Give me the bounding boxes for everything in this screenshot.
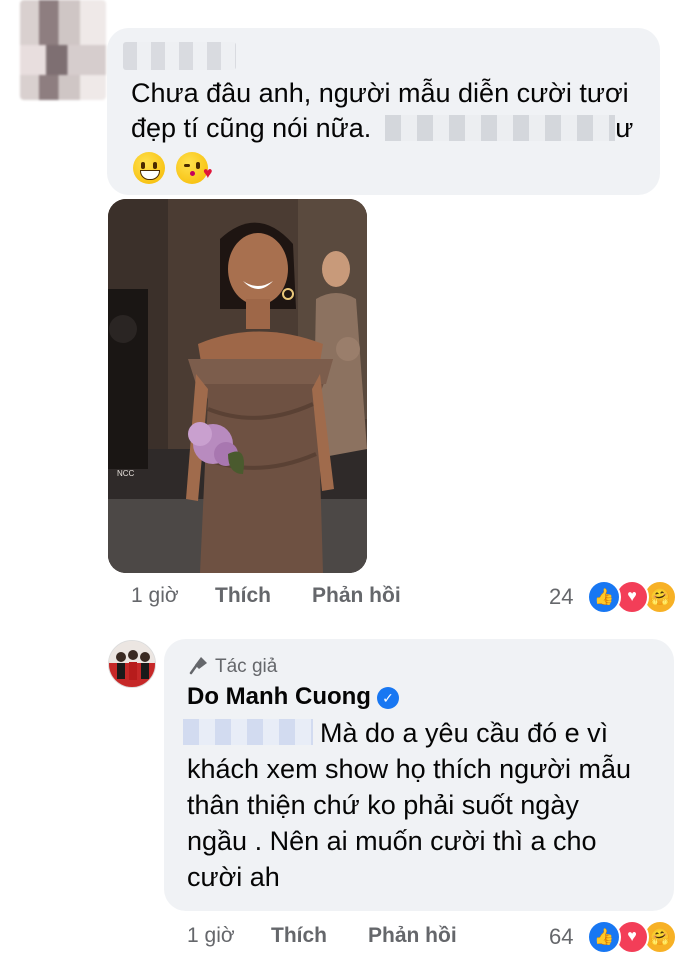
emoji-row: ♥ [133, 152, 215, 184]
comment-text: Chưa đâu anh, người mẫu diễn cười tươi đ… [131, 76, 651, 146]
verified-badge-icon: ✓ [376, 687, 399, 709]
avatar-illustration [109, 641, 155, 687]
author-avatar[interactable] [108, 640, 156, 688]
comment-text-line: Mà do a yêu cầu đó e vì [187, 715, 657, 751]
reaction-count[interactable]: 64 [549, 924, 573, 950]
reply-button[interactable]: Phản hồi [368, 924, 457, 948]
like-button[interactable]: Thích [271, 924, 327, 948]
author-badge: Tác giả [189, 655, 277, 678]
kissing-face-icon: ♥ [176, 152, 212, 184]
author-name-label[interactable]: Do Manh Cuong [187, 683, 371, 710]
comment-text-fragment: đẹp tí cũng nói nữa. [131, 113, 372, 143]
comment-timestamp[interactable]: 1 giờ [131, 584, 179, 608]
author-name[interactable]: Do Manh Cuong ✓ [187, 683, 399, 711]
photo-illustration [108, 199, 367, 573]
comment-text-line: cười ah [187, 862, 280, 892]
like-icon: 👍 [587, 920, 621, 954]
like-icon: 👍 [587, 580, 621, 614]
reaction-count[interactable]: 24 [549, 584, 573, 610]
comment-text-fragment: ư [615, 113, 634, 143]
comment-text-line: khách xem show họ thích người mẫu [187, 754, 631, 784]
comment-text-fragment: Mà do a yêu cầu đó e vì [320, 718, 609, 748]
grinning-face-icon [133, 152, 165, 184]
comment-timestamp[interactable]: 1 giờ [187, 924, 235, 948]
comment-text-line: thân thiện chứ ko phải suốt ngày [187, 790, 579, 820]
reaction-summary[interactable]: 🤗 ♥ 👍 [587, 580, 683, 614]
photo-watermark: NCC [117, 469, 135, 478]
author-badge-label: Tác giả [215, 656, 278, 677]
redacted-text [385, 115, 616, 141]
comment-text-line: ngầu . Nên ai muốn cười thì a cho [187, 826, 597, 856]
reaction-summary[interactable]: 🤗 ♥ 👍 [587, 920, 683, 954]
reply-button[interactable]: Phản hồi [312, 584, 401, 608]
commenter-avatar-blurred[interactable] [20, 0, 106, 100]
comment-text: Mà do a yêu cầu đó e vì khách xem show h… [187, 715, 657, 895]
like-button[interactable]: Thích [215, 584, 271, 608]
comment-text-line: Chưa đâu anh, người mẫu diễn cười tươi [131, 78, 629, 108]
microphone-icon [189, 657, 207, 675]
comment-photo[interactable] [108, 199, 367, 573]
comment-text-line: đẹp tí cũng nói nữa. ư [131, 111, 651, 146]
commenter-name-blurred[interactable] [123, 42, 236, 70]
